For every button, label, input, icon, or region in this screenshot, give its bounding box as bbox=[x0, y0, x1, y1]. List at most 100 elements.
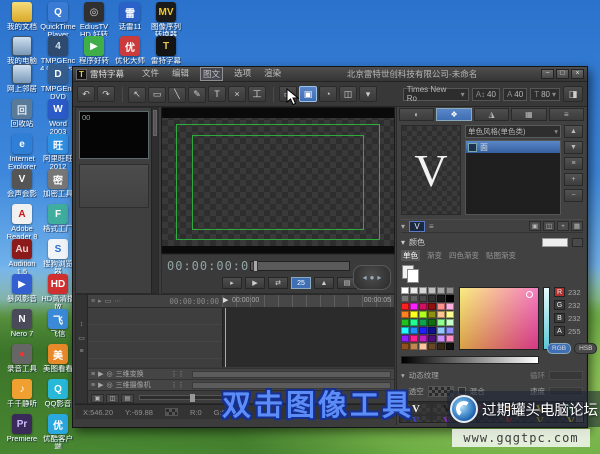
desktop-icon[interactable]: eInternet Explorer bbox=[4, 134, 40, 169]
timeline-track-area-right[interactable] bbox=[222, 308, 394, 367]
track-lane[interactable] bbox=[192, 371, 391, 378]
desktop-icon[interactable]: 旺阿里旺旺2012 bbox=[40, 134, 76, 169]
palette-color[interactable] bbox=[437, 319, 445, 326]
palette-color[interactable] bbox=[419, 287, 427, 294]
layer-list-item[interactable]: 面 bbox=[466, 141, 560, 153]
palette-color[interactable] bbox=[410, 343, 418, 350]
timeline-tool-icon[interactable]: ↕ bbox=[80, 321, 84, 328]
palette-color[interactable] bbox=[428, 295, 436, 302]
playhead-icon[interactable]: ▶ bbox=[223, 296, 228, 304]
palette-color[interactable] bbox=[401, 287, 409, 294]
menu-3[interactable]: 选项 bbox=[232, 67, 253, 81]
remove-button[interactable]: − bbox=[564, 189, 583, 202]
desktop-icon[interactable]: ◎EdiusTV HD 好转 bbox=[76, 2, 112, 36]
track-icon[interactable]: ◎ bbox=[106, 370, 112, 378]
vtext-tool[interactable]: 工 bbox=[248, 86, 266, 102]
desktop-icon[interactable]: ●录音工具 bbox=[4, 344, 40, 379]
palette-color[interactable] bbox=[446, 295, 454, 302]
tab-object[interactable]: ❖ bbox=[436, 108, 471, 121]
player-button-0[interactable]: ▸ bbox=[222, 277, 242, 289]
text-tool[interactable]: T bbox=[208, 86, 226, 102]
move-up-button[interactable]: ▲ bbox=[564, 125, 583, 138]
palette-color[interactable] bbox=[419, 311, 427, 318]
current-color-swatch[interactable] bbox=[542, 238, 568, 247]
channel-value[interactable]: 255 bbox=[568, 327, 581, 336]
menu-1[interactable]: 编辑 bbox=[170, 67, 191, 81]
palette-color[interactable] bbox=[419, 295, 427, 302]
palette-color[interactable] bbox=[428, 319, 436, 326]
font-family-select[interactable]: Times New Ro ▾ bbox=[403, 88, 469, 101]
player-button-4[interactable]: ▲ bbox=[314, 277, 334, 289]
palette-color[interactable] bbox=[410, 319, 418, 326]
palette-color[interactable] bbox=[437, 327, 445, 334]
desktop-icon[interactable]: 优优化大师 bbox=[112, 36, 148, 70]
hue-slider[interactable] bbox=[543, 287, 550, 350]
palette-color[interactable] bbox=[401, 295, 409, 302]
palette-color[interactable] bbox=[401, 311, 409, 318]
timeline-foot-icon[interactable]: ▣ bbox=[91, 394, 104, 403]
move-down-button[interactable]: ▼ bbox=[564, 141, 583, 154]
desktop-icon[interactable]: QQQ影音 bbox=[40, 379, 76, 414]
picker-circle[interactable] bbox=[526, 291, 533, 298]
palette-color[interactable] bbox=[446, 335, 454, 342]
palette-color[interactable] bbox=[419, 327, 427, 334]
hsb-mode-button[interactable]: HSB bbox=[574, 343, 597, 354]
list-button[interactable]: ≡ bbox=[564, 157, 583, 170]
desktop-icon[interactable]: NNero 7 bbox=[4, 309, 40, 344]
palette-color[interactable] bbox=[446, 303, 454, 310]
timeline-ruler[interactable]: 00:00:00 00:00:05 bbox=[222, 295, 394, 308]
player-scrubber[interactable] bbox=[250, 261, 350, 271]
image-tool[interactable]: ▣ bbox=[299, 86, 317, 102]
loop-field[interactable] bbox=[549, 371, 583, 380]
timeline-foot-icon[interactable]: ◫ bbox=[106, 394, 119, 403]
palette-color[interactable] bbox=[410, 311, 418, 318]
channel-value[interactable]: 232 bbox=[568, 301, 581, 310]
style-preview[interactable]: V bbox=[401, 125, 461, 215]
track-icon[interactable]: ≡ bbox=[91, 371, 95, 378]
jog-wheel[interactable]: ◂●▸ bbox=[353, 265, 391, 290]
track-icon[interactable]: ▶ bbox=[98, 370, 103, 378]
collapse-icon[interactable]: ▾ bbox=[401, 371, 405, 380]
text-options-button[interactable]: ◨ bbox=[563, 86, 583, 102]
mini-row-icon[interactable]: + bbox=[557, 221, 569, 231]
value-gradient-bar[interactable] bbox=[401, 356, 539, 364]
desktop-icon[interactable]: 优优酷客户端 bbox=[40, 414, 76, 449]
style-dropdown[interactable]: 单色风格(单色类) ▾ bbox=[465, 125, 561, 138]
maximize-button[interactable]: □ bbox=[556, 69, 569, 79]
palette-color[interactable] bbox=[428, 335, 436, 342]
palette-color[interactable] bbox=[446, 311, 454, 318]
palette-color[interactable] bbox=[401, 335, 409, 342]
desktop-icon[interactable]: S搜狗浏览器 bbox=[40, 239, 76, 274]
add-button[interactable]: + bbox=[564, 173, 583, 186]
desktop-icon[interactable]: 回回收站 bbox=[4, 99, 40, 134]
color-tab-3[interactable]: 贴图渐变 bbox=[486, 250, 516, 261]
font-size-v-field[interactable]: A↕ 40 bbox=[472, 88, 500, 101]
palette-color[interactable] bbox=[437, 311, 445, 318]
palette-color[interactable] bbox=[401, 327, 409, 334]
mini-row-icon[interactable]: ◫ bbox=[543, 221, 555, 231]
desktop-icon[interactable]: QQuickTime Player bbox=[40, 2, 76, 36]
desktop-icon[interactable]: 雷话雷11 bbox=[112, 2, 148, 36]
palette-color[interactable] bbox=[419, 319, 427, 326]
title-bar[interactable]: T 雷特字幕 文件编辑图文选项渲染 北京雷特世创科技有限公司-未命名 −□× bbox=[73, 67, 587, 82]
zoom-handle[interactable] bbox=[190, 394, 195, 402]
desktop-icon[interactable]: HDHD高清播放 bbox=[40, 274, 76, 309]
timeline-track-area-left[interactable] bbox=[88, 308, 222, 367]
palette-color[interactable] bbox=[428, 287, 436, 294]
desktop-icon[interactable]: 我的文档 bbox=[4, 2, 40, 36]
tab-style[interactable]: ◐ bbox=[399, 108, 434, 121]
desktop-icon[interactable]: DTMPGEnc DVD Author 3 bbox=[40, 64, 76, 99]
color-tab-0[interactable]: 单色 bbox=[401, 250, 420, 261]
undo-button[interactable]: ↶ bbox=[77, 86, 95, 102]
desktop-icon[interactable]: PrPremiere bbox=[4, 414, 40, 449]
kerning-field[interactable]: T 80 ▾ bbox=[530, 88, 560, 101]
palette-color[interactable] bbox=[410, 303, 418, 310]
rgb-mode-button[interactable]: RGB bbox=[547, 343, 571, 354]
palette-color[interactable] bbox=[437, 335, 445, 342]
palette-color[interactable] bbox=[419, 335, 427, 342]
scrubber-handle[interactable] bbox=[253, 260, 258, 272]
palette-color[interactable] bbox=[428, 343, 436, 350]
mini-row-icon[interactable]: ▦ bbox=[571, 221, 583, 231]
mini-row-icon[interactable]: ▣ bbox=[529, 221, 541, 231]
desktop-icon[interactable]: F格式工厂 bbox=[40, 204, 76, 239]
